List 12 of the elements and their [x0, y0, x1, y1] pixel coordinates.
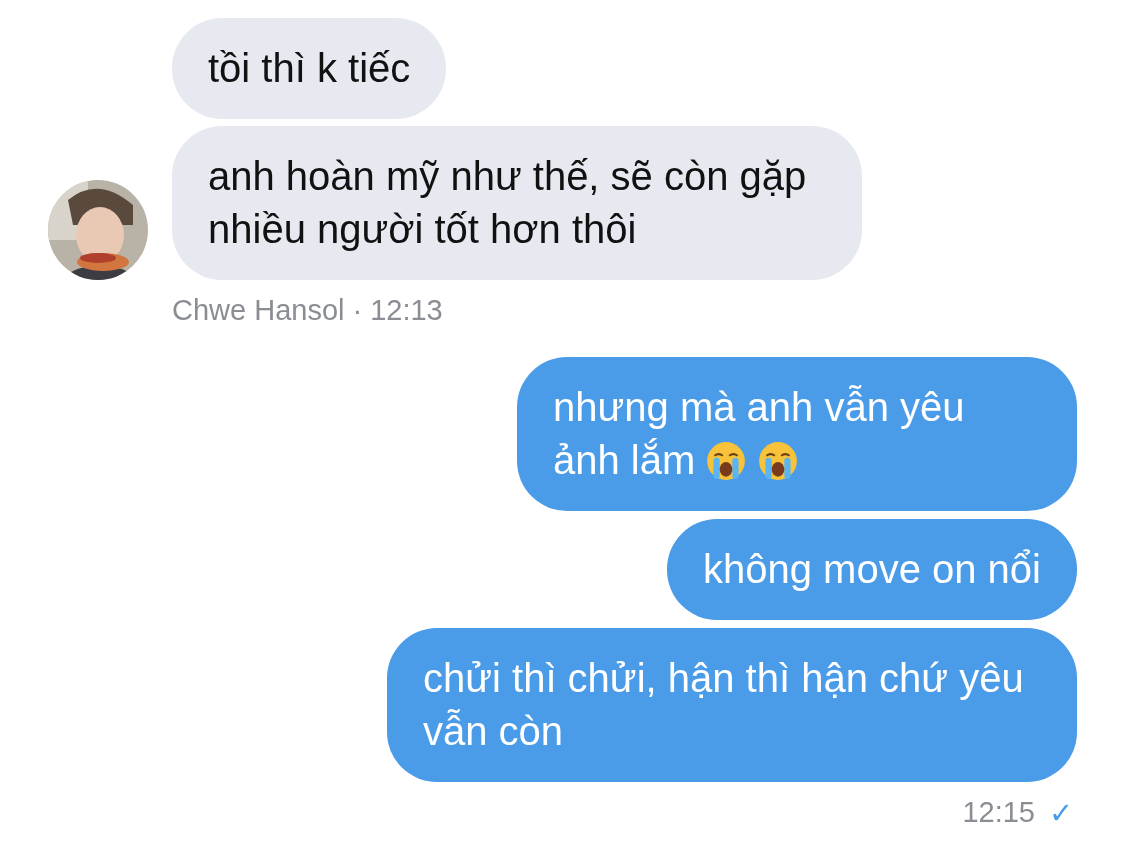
message-bubble: anh hoàn mỹ như thế, sẽ còn gặp nhiều người tốt hơn thôi	[172, 126, 862, 280]
crying-face-icon	[705, 440, 748, 482]
timestamp: 12:15	[962, 796, 1035, 830]
message-bubble: nhưng mà anh vẫn yêu ảnh lắm	[517, 357, 1077, 511]
crying-face-icon	[757, 440, 800, 482]
timestamp: 12:13	[370, 294, 443, 327]
message-bubble: tồi thì k tiếc	[172, 18, 447, 119]
sender-name: Chwe Hansol	[172, 294, 345, 327]
message-bubble: chửi thì chửi, hận thì hận chứ yêu vẫn còn	[387, 628, 1077, 782]
message-bubble: không move on nổi	[667, 519, 1077, 620]
separator: ·	[352, 294, 363, 327]
read-check-icon: ✓	[1049, 796, 1073, 830]
